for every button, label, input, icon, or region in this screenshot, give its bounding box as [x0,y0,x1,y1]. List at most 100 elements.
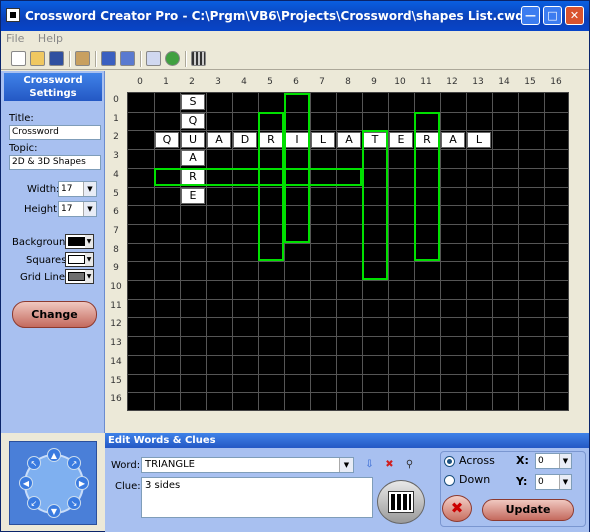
height-label: Height: [24,204,61,215]
clue-input[interactable]: 3 sides [141,477,373,518]
maximize-button[interactable]: □ [543,6,562,25]
letter-cell[interactable]: L [467,131,491,148]
close-button[interactable]: ✕ [565,6,584,25]
chevron-down-icon: ▼ [83,182,96,196]
width-select[interactable]: 17 ▼ [58,181,97,197]
column-number: 5 [267,77,273,87]
column-number: 8 [345,77,351,87]
x-select[interactable]: 0 ▼ [535,453,572,469]
new-file-icon[interactable] [11,51,26,66]
topic-label: Topic: [9,143,38,154]
letter-cell[interactable]: U [181,131,205,148]
height-value: 17 [61,204,73,214]
row-number: 13 [110,338,122,349]
chevron-down-icon: ▼ [85,270,93,283]
menu-help[interactable]: Help [33,31,68,46]
gridlines-color-picker[interactable]: ▼ [65,269,94,284]
crossword-grid[interactable]: SQQUADRILATERALARE [127,92,569,411]
refresh-icon[interactable] [165,51,180,66]
across-label: Across [459,454,495,467]
letter-cell[interactable]: Q [155,131,179,148]
save-icon[interactable] [49,51,64,66]
arrow-down-right-icon[interactable]: ↘ [67,496,81,510]
change-button[interactable]: Change [12,301,97,328]
word-placement-highlight [362,130,388,280]
grid-line [128,373,568,375]
letter-cell[interactable]: E [181,187,205,204]
letter-cell[interactable]: A [441,131,465,148]
grid-icon[interactable] [191,51,206,66]
row-number: 3 [113,151,119,162]
chevron-down-icon: ▼ [559,454,571,468]
y-select[interactable]: 0 ▼ [535,474,572,490]
letter-cell[interactable]: S [181,94,205,111]
row-number: 15 [110,375,122,386]
paste-icon[interactable] [75,51,90,66]
height-select[interactable]: 17 ▼ [58,201,97,217]
column-numbers: 0 1 2 3 4 5 6 7 8 9 10 11 12 13 14 15 16 [127,77,569,91]
y-label: Y: [516,475,528,488]
arrow-down-icon[interactable]: ▼ [47,504,61,518]
chevron-down-icon: ▼ [559,475,571,489]
column-number: 13 [472,77,484,87]
row-number: 9 [113,263,119,274]
word-export-icon[interactable] [101,51,116,66]
word-value: TRIANGLE [145,459,195,470]
row-number: 14 [110,356,122,367]
minimize-button[interactable]: — [521,6,540,25]
letter-cell[interactable]: A [181,150,205,167]
title-input[interactable]: Crossword [9,125,101,140]
chevron-down-icon: ▼ [339,458,353,472]
letter-cell[interactable]: D [233,131,257,148]
across-radio[interactable] [444,456,455,467]
width-label: Width: [27,184,60,195]
menu-bar: File Help [1,31,589,47]
arrow-left-icon[interactable]: ◀ [19,476,33,490]
print-icon[interactable] [146,51,161,66]
letter-cell[interactable]: E [389,131,413,148]
update-button[interactable]: Update [482,499,574,521]
delete-icon[interactable]: ✖ [383,458,396,471]
down-label: Down [459,473,491,486]
row-number: 0 [113,95,119,105]
row-number: 1 [113,113,119,124]
column-number: 10 [394,77,406,87]
navigation-pad: ▲ ▼ ◀ ▶ ↖ ↗ ↙ ↘ [9,441,97,525]
column-number: 14 [498,77,510,87]
background-color-picker[interactable]: ▼ [65,234,94,249]
row-number: 8 [113,244,119,255]
column-number: 1 [163,77,169,87]
down-radio[interactable] [444,475,455,486]
squares-color-picker[interactable]: ▼ [65,252,94,267]
arrow-up-icon[interactable]: ▲ [47,448,61,462]
row-number: 16 [110,394,122,405]
arrow-up-left-icon[interactable]: ↖ [27,456,41,470]
chevron-down-icon: ▼ [85,235,93,248]
letter-cell[interactable]: A [337,131,361,148]
arrow-up-right-icon[interactable]: ↗ [67,456,81,470]
column-number: 3 [215,77,221,87]
open-folder-icon[interactable] [30,51,45,66]
grid-line [492,93,493,410]
settings-header: Crossword Settings [4,73,102,101]
grid-line [518,93,519,410]
cancel-icon[interactable]: ✖ [442,495,472,522]
column-number: 0 [137,77,143,87]
edit-crossword-button[interactable] [377,480,425,524]
topic-input[interactable]: 2D & 3D Shapes [9,155,101,170]
grid-line [128,242,568,244]
clue-label: Clue: [115,481,141,492]
title-label: Title: [9,113,34,124]
letter-cell[interactable]: Q [181,113,205,129]
letter-cell[interactable]: L [311,131,335,148]
search-icon[interactable]: ⚲ [403,458,416,471]
arrow-down-left-icon[interactable]: ↙ [27,496,41,510]
word-select[interactable]: TRIANGLE ▼ [141,457,354,473]
arrow-right-icon[interactable]: ▶ [75,476,89,490]
letter-cell[interactable]: A [207,131,231,148]
preview-icon[interactable] [120,51,135,66]
word-placement-highlight [284,93,310,243]
menu-file[interactable]: File [1,31,29,46]
download-icon[interactable]: ⇩ [363,458,376,471]
title-bar: Crossword Creator Pro - C:\Prgm\VB6\Proj… [1,1,589,31]
